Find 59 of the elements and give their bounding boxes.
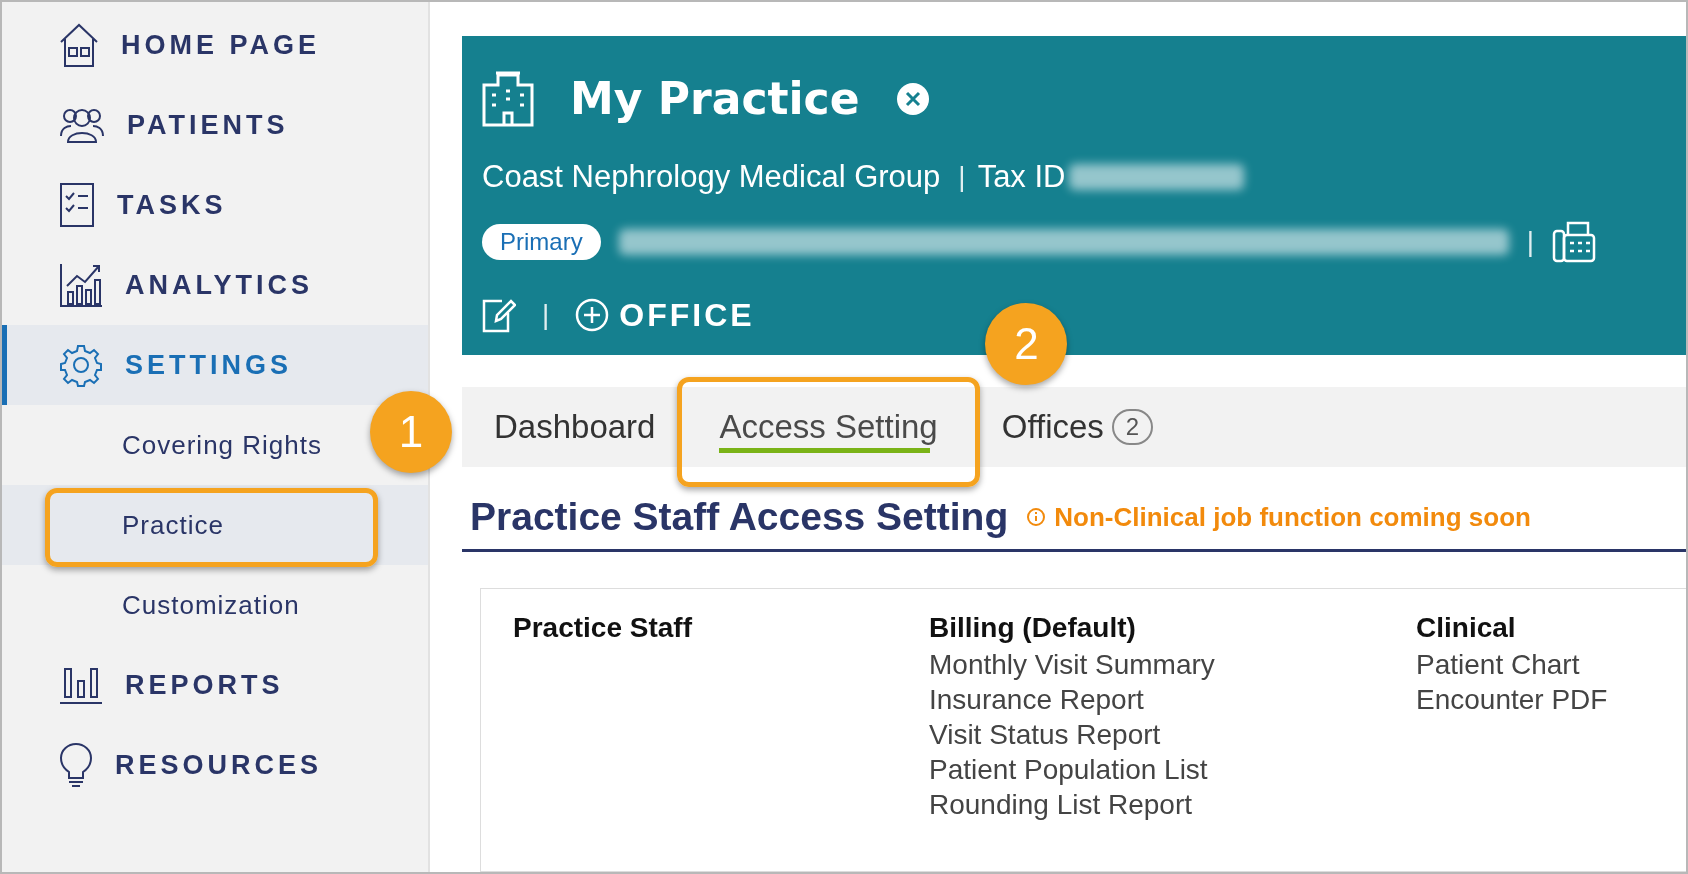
column-heading: Practice Staff bbox=[513, 611, 693, 645]
people-icon bbox=[59, 106, 105, 144]
access-item: Patient Chart bbox=[1416, 648, 1581, 682]
nav-label: HOME PAGE bbox=[121, 29, 320, 61]
submenu-label: Covering Rights bbox=[122, 429, 322, 461]
tab[interactable]: Access Setting bbox=[687, 387, 970, 467]
nav-label: RESOURCES bbox=[115, 749, 323, 781]
lightbulb-icon bbox=[59, 742, 93, 788]
nav-item[interactable]: TASKS bbox=[2, 165, 428, 245]
close-icon[interactable] bbox=[895, 81, 930, 116]
tax-id-label: Tax ID bbox=[977, 158, 1066, 195]
edit-icon[interactable] bbox=[482, 297, 516, 334]
access-item: Monthly Visit Summary bbox=[929, 648, 1216, 682]
fax-icon bbox=[1551, 221, 1596, 264]
nav-label: REPORTS bbox=[125, 669, 284, 701]
building-icon bbox=[482, 70, 534, 127]
add-office-button[interactable]: OFFICE bbox=[575, 296, 755, 334]
primary-badge: Primary bbox=[482, 224, 601, 261]
step-badge: 2 bbox=[985, 303, 1068, 385]
step-badge: 1 bbox=[370, 391, 452, 473]
checklist-icon bbox=[59, 182, 95, 228]
nav-item[interactable]: RESOURCES bbox=[2, 725, 428, 805]
column-heading: Billing (Default) bbox=[929, 611, 1137, 645]
bar-chart-icon bbox=[59, 262, 103, 308]
plus-circle-icon bbox=[575, 298, 610, 333]
nav-label: SETTINGS bbox=[125, 349, 292, 381]
nav-item[interactable]: ANALYTICS bbox=[2, 245, 428, 325]
submenu-item[interactable]: Customization bbox=[2, 565, 306, 645]
nav-label: ANALYTICS bbox=[125, 269, 314, 301]
submenu-item[interactable]: Covering Rights bbox=[2, 405, 328, 485]
submenu-item[interactable]: Practice bbox=[2, 485, 428, 565]
bar-chart-icon bbox=[59, 665, 103, 705]
access-item: Rounding List Report bbox=[929, 788, 1194, 822]
section-title: Practice Staff Access Setting bbox=[470, 495, 1009, 539]
nav-item[interactable]: SETTINGS bbox=[2, 325, 428, 405]
nav-item[interactable]: HOME PAGE bbox=[2, 5, 428, 85]
info-icon bbox=[1026, 507, 1047, 527]
practice-name: Coast Nephrology Medical Group bbox=[482, 158, 941, 195]
separator: | bbox=[542, 299, 550, 332]
house-icon bbox=[59, 22, 99, 68]
notice-text: Non-Clinical job function coming soon bbox=[1026, 501, 1531, 533]
submenu-label: Practice bbox=[122, 509, 224, 541]
access-item: Encounter PDF bbox=[1416, 683, 1609, 717]
separator: | bbox=[958, 160, 966, 193]
submenu-label: Customization bbox=[122, 589, 300, 621]
tab[interactable]: Dashboard bbox=[494, 387, 688, 467]
page-title: My Practice bbox=[570, 73, 860, 125]
gear-icon bbox=[59, 343, 103, 387]
tab[interactable]: Offices 2 bbox=[969, 387, 1186, 467]
count-badge: 2 bbox=[1111, 409, 1154, 445]
column-heading: Clinical bbox=[1416, 611, 1517, 645]
access-item: Insurance Report bbox=[929, 683, 1145, 717]
nav-item[interactable]: REPORTS bbox=[2, 645, 428, 725]
access-item: Patient Population List bbox=[929, 753, 1209, 787]
access-item: Visit Status Report bbox=[929, 718, 1162, 752]
nav-label: TASKS bbox=[117, 189, 227, 221]
nav-item[interactable]: PATIENTS bbox=[2, 85, 428, 165]
nav-label: PATIENTS bbox=[127, 109, 289, 141]
separator: | bbox=[1526, 226, 1534, 259]
